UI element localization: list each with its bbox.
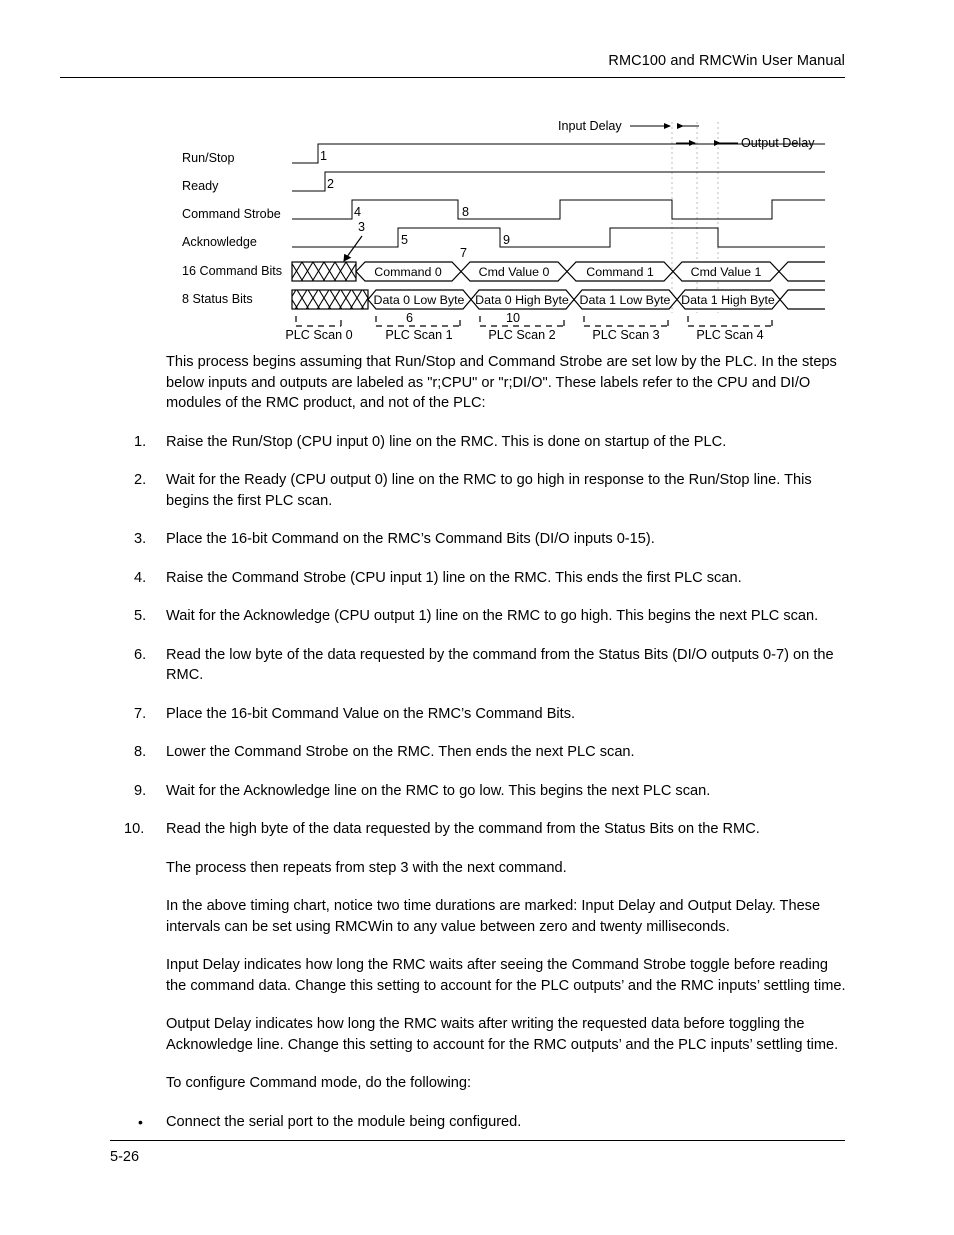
page-body: This process begins assuming that Run/St… <box>112 352 850 1150</box>
delay-label-group: Input Delay Output Delay <box>558 119 815 150</box>
plc-scan-label-group: PLC Scan 0 PLC Scan 1 PLC Scan 2 PLC Sca… <box>285 328 763 340</box>
step-number: 4. <box>134 569 147 586</box>
bus-16-command-bits: Command 0 Cmd Value 0 Command 1 Cmd Valu… <box>291 261 825 282</box>
step-text: Place the 16-bit Command Value on the RM… <box>166 705 576 722</box>
bus-label-data-0-low-byte: Data 0 Low Byte <box>374 293 465 307</box>
step-number: 3. <box>134 531 147 547</box>
step-text: Place the 16-bit Command on the RMC’s Co… <box>166 531 655 547</box>
delay-guide-lines <box>671 122 719 313</box>
step-marker-9: 9 <box>503 233 510 247</box>
signal-label-group: Run/Stop Ready Command Strobe Acknowledg… <box>182 151 282 306</box>
bus-label-data-1-high-byte: Data 1 High Byte <box>681 293 775 307</box>
manual-page: RMC100 and RMCWin User Manual Run/Stop R… <box>0 0 954 1235</box>
step-number: 7. <box>134 705 147 722</box>
step-number: 2. <box>134 472 147 488</box>
list-item: 6. Read the low byte of the data request… <box>112 645 850 686</box>
list-item: 1. Raise the Run/Stop (CPU input 0) line… <box>112 432 850 453</box>
list-item: 2. Wait for the Ready (CPU output 0) lin… <box>112 470 850 511</box>
page-header: RMC100 and RMCWin User Manual <box>60 52 845 78</box>
list-item: 3. Place the 16-bit Command on the RMC’s… <box>112 529 850 550</box>
signal-label-8-status-bits: 8 Status Bits <box>182 292 253 306</box>
step-marker-1: 1 <box>320 149 327 163</box>
header-title: RMC100 and RMCWin User Manual <box>608 53 845 69</box>
step-marker-5: 5 <box>401 233 408 247</box>
list-item: 5. Wait for the Acknowledge (CPU output … <box>112 606 850 627</box>
step-number: 6. <box>134 646 147 663</box>
step-marker-4: 4 <box>354 205 361 219</box>
step-number: 9. <box>134 782 147 799</box>
plc-scan-label-1: PLC Scan 1 <box>385 328 452 340</box>
input-delay-label: Input Delay <box>558 119 622 133</box>
timing-chart-paragraph: In the above timing chart, notice two ti… <box>166 898 821 935</box>
step-text: Wait for the Acknowledge (CPU output 1) … <box>166 608 819 624</box>
waveform-ready <box>292 171 825 192</box>
bullet-text: Connect the serial port to the module be… <box>166 1113 522 1130</box>
step-text: Wait for the Ready (CPU output 0) line o… <box>166 472 812 509</box>
list-item: 8. Lower the Command Strobe on the RMC. … <box>112 742 850 763</box>
output-delay-paragraph: Output Delay indicates how long the RMC … <box>166 1016 839 1053</box>
list-item: 4. Raise the Command Strobe (CPU input 1… <box>112 568 850 589</box>
step-marker-8: 8 <box>462 205 469 219</box>
step-marker-7: 7 <box>460 246 467 260</box>
list-item: 10. Read the high byte of the data reque… <box>112 819 850 840</box>
signal-label-ready: Ready <box>182 179 219 193</box>
waveform-acknowledge <box>292 227 825 248</box>
page-number: 5-26 <box>110 1149 140 1165</box>
timing-diagram-svg: Run/Stop Ready Command Strobe Acknowledg… <box>182 119 825 340</box>
bus-label-cmd-value-1: Cmd Value 1 <box>691 265 762 279</box>
page-footer: 5-26 <box>110 1140 845 1180</box>
step-text: Lower the Command Strobe on the RMC. The… <box>166 744 635 760</box>
signal-label-command-strobe: Command Strobe <box>182 207 281 221</box>
step-number: 10. <box>124 821 145 837</box>
bus-label-cmd-value-0: Cmd Value 0 <box>479 265 550 279</box>
step-number: 5. <box>134 608 147 624</box>
repeat-note-paragraph: The process then repeats from step 3 wit… <box>166 859 567 876</box>
numbered-step-list: 1. Raise the Run/Stop (CPU input 0) line… <box>112 432 850 840</box>
plc-scan-label-2: PLC Scan 2 <box>488 328 555 340</box>
list-item: 9. Wait for the Acknowledge line on the … <box>112 781 850 802</box>
signal-label-acknowledge: Acknowledge <box>182 235 257 249</box>
step-text: Raise the Run/Stop (CPU input 0) line on… <box>166 433 727 450</box>
plc-scan-label-0: PLC Scan 0 <box>285 328 352 340</box>
plc-scan-label-4: PLC Scan 4 <box>696 328 763 340</box>
bullet-icon: • <box>138 1113 143 1130</box>
step-3-callout-arrow <box>343 235 363 262</box>
step-marker-6: 6 <box>406 311 413 325</box>
signal-label-16-command-bits: 16 Command Bits <box>182 264 282 278</box>
plc-scan-label-3: PLC Scan 3 <box>592 328 659 340</box>
signal-label-run-stop: Run/Stop <box>182 151 235 165</box>
step-text: Raise the Command Strobe (CPU input 1) l… <box>166 569 742 586</box>
bus-label-data-0-high-byte: Data 0 High Byte <box>475 293 569 307</box>
input-delay-paragraph: Input Delay indicates how long the RMC w… <box>166 957 846 994</box>
bus-label-command-1: Command 1 <box>586 265 654 279</box>
output-delay-label: Output Delay <box>741 136 815 150</box>
step-marker-2: 2 <box>327 177 334 191</box>
step-number: 8. <box>134 744 147 760</box>
intro-paragraph: This process begins assuming that Run/St… <box>166 354 837 411</box>
waveform-command-strobe <box>292 199 825 220</box>
plc-scan-brackets <box>295 316 773 327</box>
step-marker-3: 3 <box>358 220 365 234</box>
step-marker-10: 10 <box>506 311 520 325</box>
timing-diagram-figure: Run/Stop Ready Command Strobe Acknowledg… <box>170 100 850 340</box>
step-text: Read the high byte of the data requested… <box>166 821 760 837</box>
bus-8-status-bits: Data 0 Low Byte Data 0 High Byte Data 1 … <box>291 289 825 310</box>
footer-rule <box>110 1140 845 1141</box>
header-rule <box>60 77 845 78</box>
list-item: • Connect the serial port to the module … <box>112 1112 850 1133</box>
configure-intro-paragraph: To configure Command mode, do the follow… <box>166 1075 472 1091</box>
step-text: Wait for the Acknowledge line on the RMC… <box>166 782 711 799</box>
list-item: 7. Place the 16-bit Command Value on the… <box>112 704 850 725</box>
step-number: 1. <box>134 433 147 450</box>
bus-label-data-1-low-byte: Data 1 Low Byte <box>580 293 671 307</box>
step-text: Read the low byte of the data requested … <box>166 646 834 684</box>
bus-label-command-0: Command 0 <box>374 265 442 279</box>
